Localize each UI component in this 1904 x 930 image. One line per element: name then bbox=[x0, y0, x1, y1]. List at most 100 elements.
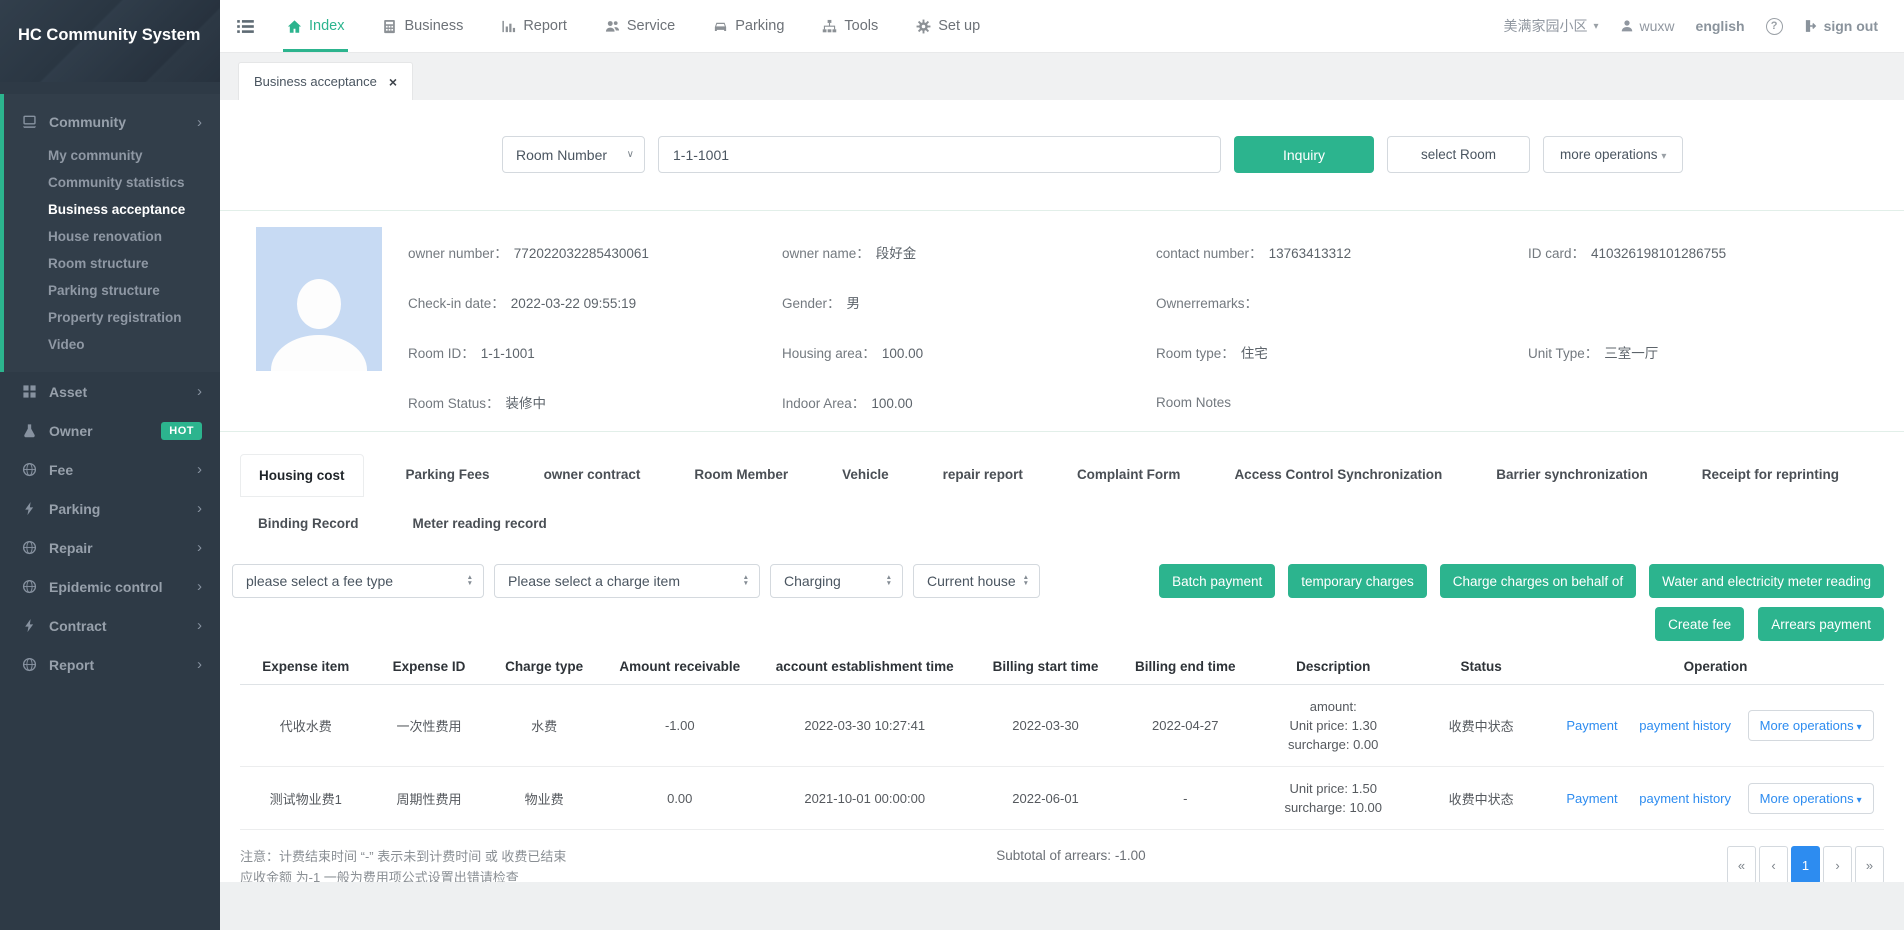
arrears-payment-button[interactable]: Arrears payment bbox=[1758, 607, 1884, 641]
cell-billing-end: - bbox=[1120, 767, 1252, 830]
pagination-prev[interactable]: ‹ bbox=[1759, 846, 1788, 882]
detail-tabs-row-1: Housing cost Parking Fees owner contract… bbox=[240, 454, 1884, 497]
menu-toggle-icon[interactable] bbox=[236, 0, 255, 52]
sidebar-section-repair[interactable]: Repair › bbox=[0, 528, 220, 567]
payment-history-link[interactable]: payment history bbox=[1639, 791, 1731, 806]
more-operations-button[interactable]: More operations▾ bbox=[1748, 783, 1874, 814]
search-type-select[interactable]: Room Number ∨ bbox=[502, 136, 645, 173]
home-icon bbox=[287, 19, 302, 34]
sidebar-section-epidemic-control[interactable]: Epidemic control › bbox=[0, 567, 220, 606]
tab-access-control-synchronization[interactable]: Access Control Synchronization bbox=[1216, 454, 1460, 497]
meter-reading-button[interactable]: Water and electricity meter reading bbox=[1649, 564, 1884, 598]
sidebar-item-video[interactable]: Video bbox=[4, 331, 220, 358]
charge-item-select[interactable]: Please select a charge item ▲▼ bbox=[494, 564, 760, 598]
tab-receipt-for-reprinting[interactable]: Receipt for reprinting bbox=[1684, 454, 1857, 497]
tab-repair-report[interactable]: repair report bbox=[925, 454, 1041, 497]
sidebar-item-house-renovation[interactable]: House renovation bbox=[4, 223, 220, 250]
pagination-next[interactable]: › bbox=[1823, 846, 1852, 882]
user-menu[interactable]: wuxw bbox=[1620, 18, 1675, 34]
payment-history-link[interactable]: payment history bbox=[1639, 718, 1731, 733]
close-icon[interactable]: × bbox=[389, 74, 397, 90]
app-title: HC Community System bbox=[0, 0, 220, 82]
current-house-select[interactable]: Current house ▲▼ bbox=[913, 564, 1040, 598]
chevron-right-icon: › bbox=[197, 539, 202, 556]
nav-item-report[interactable]: Report bbox=[497, 0, 571, 52]
sidebar-section-owner[interactable]: Owner HOT bbox=[0, 411, 220, 450]
more-operations-dropdown[interactable]: more operations ▾ bbox=[1543, 136, 1683, 173]
payment-link[interactable]: Payment bbox=[1566, 791, 1617, 806]
create-fee-button[interactable]: Create fee bbox=[1655, 607, 1744, 641]
sidebar-section-label: Contract bbox=[49, 618, 107, 634]
language-toggle[interactable]: english bbox=[1696, 18, 1745, 34]
owner-field-room-type: Room type：住宅 bbox=[1156, 342, 1528, 362]
sidebar-item-label: Community statistics bbox=[48, 175, 185, 190]
tab-parking-fees[interactable]: Parking Fees bbox=[388, 454, 508, 497]
more-operations-button[interactable]: More operations▾ bbox=[1748, 710, 1874, 741]
cell-amount-receivable: 0.00 bbox=[602, 767, 758, 830]
sidebar-item-property-registration[interactable]: Property registration bbox=[4, 304, 220, 331]
sidebar-item-community[interactable]: Community › bbox=[4, 102, 220, 142]
tab-vehicle[interactable]: Vehicle bbox=[824, 454, 907, 497]
sidebar-section-parking[interactable]: Parking › bbox=[0, 489, 220, 528]
users-icon bbox=[605, 19, 620, 34]
sidebar-section-asset[interactable]: Asset › bbox=[0, 372, 220, 411]
sidebar-section-report[interactable]: Report › bbox=[0, 645, 220, 684]
monitor-icon bbox=[22, 114, 38, 130]
nav-item-business[interactable]: Business bbox=[378, 0, 467, 52]
sidebar-item-business-acceptance[interactable]: Business acceptance bbox=[4, 196, 220, 223]
tab-housing-cost[interactable]: Housing cost bbox=[240, 454, 364, 497]
room-number-input[interactable] bbox=[658, 136, 1221, 173]
tab-barrier-synchronization[interactable]: Barrier synchronization bbox=[1478, 454, 1666, 497]
sidebar-item-parking-structure[interactable]: Parking structure bbox=[4, 277, 220, 304]
chevron-down-icon: ▾ bbox=[1594, 21, 1599, 32]
help-icon[interactable]: ? bbox=[1766, 18, 1783, 35]
pagination-page-1[interactable]: 1 bbox=[1791, 846, 1820, 882]
fees-table: Expense item Expense ID Charge type Amou… bbox=[240, 649, 1884, 830]
nav-item-index[interactable]: Index bbox=[283, 0, 348, 52]
batch-payment-button[interactable]: Batch payment bbox=[1159, 564, 1275, 598]
tab-room-member[interactable]: Room Member bbox=[676, 454, 806, 497]
tab-label: Business acceptance bbox=[254, 74, 377, 89]
avatar-silhouette bbox=[297, 279, 341, 329]
sidebar-item-label: House renovation bbox=[48, 229, 162, 244]
nav-item-parking[interactable]: Parking bbox=[709, 0, 788, 52]
globe-icon bbox=[22, 462, 38, 478]
open-tab-business-acceptance[interactable]: Business acceptance × bbox=[238, 62, 413, 100]
sidebar-item-room-structure[interactable]: Room structure bbox=[4, 250, 220, 277]
button-label: more operations bbox=[1560, 147, 1658, 162]
select-room-button[interactable]: select Room bbox=[1387, 136, 1530, 173]
nav-item-set-up[interactable]: Set up bbox=[912, 0, 984, 52]
charge-on-behalf-button[interactable]: Charge charges on behalf of bbox=[1440, 564, 1636, 598]
sidebar-item-label: Property registration bbox=[48, 310, 182, 325]
tab-meter-reading-record[interactable]: Meter reading record bbox=[395, 503, 565, 544]
pagination-first[interactable]: « bbox=[1727, 846, 1756, 882]
page-background bbox=[220, 882, 1904, 930]
nav-item-tools[interactable]: Tools bbox=[818, 0, 882, 52]
bar-chart-icon bbox=[501, 19, 516, 34]
sidebar-section-fee[interactable]: Fee › bbox=[0, 450, 220, 489]
community-switcher[interactable]: 美满家园小区 ▾ bbox=[1504, 16, 1599, 36]
detail-tabs: Housing cost Parking Fees owner contract… bbox=[220, 432, 1904, 544]
sidebar-item-community-statistics[interactable]: Community statistics bbox=[4, 169, 220, 196]
fee-notes: 注意：计费结束时间 “-” 表示未到计费时间 或 收费已结束 应收金额 为-1 … bbox=[240, 846, 996, 882]
nav-item-service[interactable]: Service bbox=[601, 0, 679, 52]
sidebar-section-contract[interactable]: Contract › bbox=[0, 606, 220, 645]
sidebar-group-community: Community › My community Community stati… bbox=[0, 94, 220, 372]
sidebar-item-my-community[interactable]: My community bbox=[4, 142, 220, 169]
sidebar-section-label: Report bbox=[49, 657, 94, 673]
tab-owner-contract[interactable]: owner contract bbox=[526, 454, 659, 497]
tab-complaint-form[interactable]: Complaint Form bbox=[1059, 454, 1199, 497]
payment-link[interactable]: Payment bbox=[1566, 718, 1617, 733]
inquiry-button[interactable]: Inquiry bbox=[1234, 136, 1374, 173]
nav-item-label: Set up bbox=[938, 18, 980, 34]
cell-amount-receivable: -1.00 bbox=[602, 685, 758, 767]
sign-out-button[interactable]: sign out bbox=[1804, 18, 1878, 34]
chevron-right-icon: › bbox=[197, 114, 202, 131]
owner-avatar bbox=[256, 227, 382, 371]
chevron-right-icon: › bbox=[197, 383, 202, 400]
fee-type-select[interactable]: please select a fee type ▲▼ bbox=[232, 564, 484, 598]
tab-binding-record[interactable]: Binding Record bbox=[240, 503, 377, 544]
charging-status-select[interactable]: Charging ▲▼ bbox=[770, 564, 903, 598]
pagination-last[interactable]: » bbox=[1855, 846, 1884, 882]
temporary-charges-button[interactable]: temporary charges bbox=[1288, 564, 1427, 598]
